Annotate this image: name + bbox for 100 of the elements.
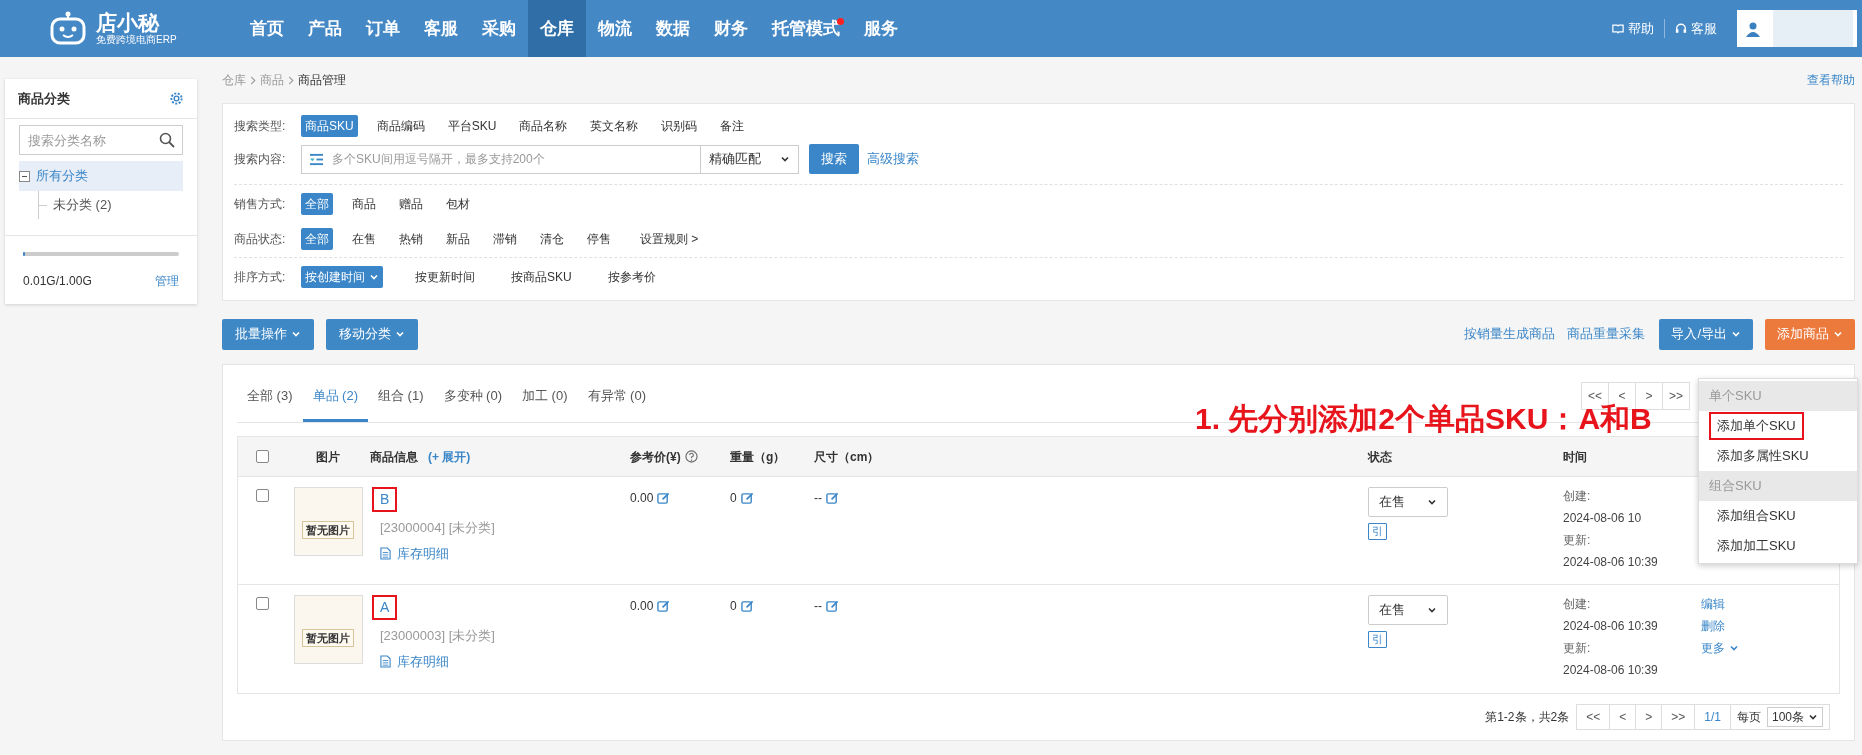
nav-tab[interactable]: 财务 — [702, 0, 760, 57]
pagination-button[interactable]: << — [1576, 704, 1611, 730]
filter-option[interactable]: 赠品 — [395, 192, 427, 215]
filter-option[interactable]: 热销 — [395, 227, 427, 250]
breadcrumb-item[interactable]: 商品 — [260, 71, 284, 89]
filter-option[interactable]: 英文名称 — [586, 114, 643, 137]
select-all-checkbox[interactable] — [255, 450, 269, 463]
edit-icon[interactable] — [657, 599, 671, 613]
collapse-icon[interactable] — [19, 170, 30, 182]
stock-detail-link[interactable]: 库存明细 — [372, 651, 449, 671]
filter-option[interactable]: 商品 — [348, 192, 380, 215]
filter-option[interactable]: 按商品SKU — [507, 265, 576, 288]
status-select[interactable]: 在售 — [1368, 595, 1448, 625]
filter-option[interactable]: 全部 — [301, 192, 333, 215]
help-link[interactable]: 查看帮助 — [1807, 71, 1855, 89]
edit-icon[interactable] — [826, 491, 839, 505]
match-select[interactable]: 精确匹配 — [701, 144, 799, 174]
filter-option[interactable]: 商品名称 — [515, 114, 572, 137]
tree-item[interactable]: 未分类 (2) — [53, 195, 112, 215]
header-link[interactable]: 客服 — [1664, 18, 1727, 39]
row-checkbox[interactable] — [255, 489, 269, 502]
add-product-button[interactable]: 添加商品 — [1765, 318, 1855, 350]
nav-tab[interactable]: 服务 — [852, 0, 910, 57]
filter-label: 销售方式: — [234, 195, 287, 213]
menu-item[interactable]: 添加加工SKU — [1709, 532, 1804, 560]
dropdown-button[interactable]: 移动分类 — [326, 318, 418, 350]
settings-icon[interactable] — [169, 91, 184, 106]
product-name-link[interactable]: B — [372, 487, 398, 512]
pagination-button[interactable]: > — [1635, 382, 1663, 410]
tab[interactable]: 组合 (1) — [368, 385, 434, 422]
user-icon[interactable] — [1745, 20, 1761, 37]
nav-tab[interactable]: 物流 — [586, 0, 644, 57]
tab[interactable]: 多变种 (0) — [433, 385, 512, 422]
help-icon[interactable] — [684, 450, 698, 463]
nav-tab[interactable]: 托管模式 — [760, 0, 852, 57]
menu-item[interactable]: 添加组合SKU — [1709, 502, 1804, 530]
reference-tag[interactable]: 引 — [1368, 631, 1387, 648]
filter-option[interactable]: 包材 — [442, 192, 474, 215]
size-value: -- — [814, 490, 822, 507]
filter-option[interactable]: 清仓 — [536, 227, 568, 250]
nav-tab[interactable]: 客服 — [412, 0, 470, 57]
menu-item[interactable]: 添加多属性SKU — [1709, 442, 1817, 470]
pagination-button[interactable]: 1/1 — [1694, 704, 1731, 730]
filter-option[interactable]: 停售 — [583, 227, 615, 250]
toolbar-link[interactable]: 商品重量采集 — [1567, 324, 1646, 344]
row-checkbox[interactable] — [255, 597, 269, 610]
filter-option[interactable]: 按参考价 — [603, 265, 660, 288]
filter-option[interactable]: 全部 — [301, 227, 333, 250]
import-export-button[interactable]: 导入/导出 — [1659, 318, 1753, 350]
breadcrumb-item[interactable]: 仓库 — [222, 71, 246, 89]
nav-tab[interactable]: 数据 — [644, 0, 702, 57]
per-page-select[interactable]: 100条 — [1766, 707, 1823, 727]
tab[interactable]: 加工 (0) — [512, 385, 578, 422]
pagination-button[interactable]: >> — [1662, 382, 1690, 410]
search-content-field[interactable]: 多个SKU间用逗号隔开，最多支持200个 — [301, 144, 701, 174]
chevron-down-icon — [1427, 497, 1437, 507]
expand-link[interactable]: (+ 展开) — [428, 447, 471, 466]
status-select[interactable]: 在售 — [1368, 487, 1448, 517]
search-icon[interactable] — [159, 132, 175, 148]
advanced-search-link[interactable]: 高级搜索 — [867, 149, 919, 169]
filter-option[interactable]: 新品 — [442, 227, 474, 250]
stock-detail-link[interactable]: 库存明细 — [372, 543, 449, 563]
filter-option[interactable]: 识别码 — [657, 114, 702, 137]
toolbar-link[interactable]: 按销量生成商品 — [1464, 324, 1556, 344]
menu-item[interactable]: 添加单个SKU — [1709, 412, 1804, 440]
tab[interactable]: 单品 (2) — [302, 385, 368, 422]
search-button[interactable]: 搜索 — [809, 144, 859, 174]
tab[interactable]: 有异常 (0) — [577, 385, 656, 422]
rule-link[interactable]: 设置规则 > — [636, 227, 703, 250]
manage-link[interactable]: 管理 — [155, 272, 179, 290]
nav-tab[interactable]: 首页 — [238, 0, 296, 57]
row-action-link[interactable]: 更多 — [1701, 639, 1739, 657]
filter-option[interactable]: 备注 — [716, 114, 749, 137]
edit-icon[interactable] — [826, 599, 839, 613]
nav-tab[interactable]: 产品 — [296, 0, 354, 57]
list-icon[interactable] — [309, 152, 324, 166]
edit-icon[interactable] — [740, 491, 754, 505]
product-name-link[interactable]: A — [372, 595, 398, 620]
pagination-button[interactable]: >> — [1661, 704, 1696, 730]
edit-icon[interactable] — [657, 491, 671, 505]
row-action-link[interactable]: 编辑 — [1701, 595, 1725, 613]
nav-tab[interactable]: 仓库 — [528, 0, 586, 57]
reference-tag[interactable]: 引 — [1368, 523, 1387, 540]
category-search-field[interactable]: 搜索分类名称 — [19, 125, 183, 155]
header-link[interactable]: 帮助 — [1602, 18, 1664, 39]
row-action-link[interactable]: 删除 — [1701, 617, 1725, 635]
filter-option[interactable]: 按更新时间 — [411, 265, 479, 288]
nav-tab[interactable]: 采购 — [470, 0, 528, 57]
tab[interactable]: 全部 (3) — [237, 385, 303, 422]
pagination-button[interactable]: > — [1635, 704, 1663, 730]
nav-tab[interactable]: 订单 — [354, 0, 412, 57]
pagination-button[interactable]: < — [1609, 704, 1637, 730]
edit-icon[interactable] — [740, 599, 754, 613]
filter-option[interactable]: 滞销 — [489, 227, 521, 250]
filter-option[interactable]: 按创建时间 — [301, 265, 383, 288]
filter-option[interactable]: 商品SKU — [301, 114, 358, 137]
filter-option[interactable]: 平台SKU — [443, 114, 501, 137]
filter-option[interactable]: 在售 — [348, 227, 380, 250]
dropdown-button[interactable]: 批量操作 — [222, 318, 314, 350]
filter-option[interactable]: 商品编码 — [372, 114, 429, 137]
